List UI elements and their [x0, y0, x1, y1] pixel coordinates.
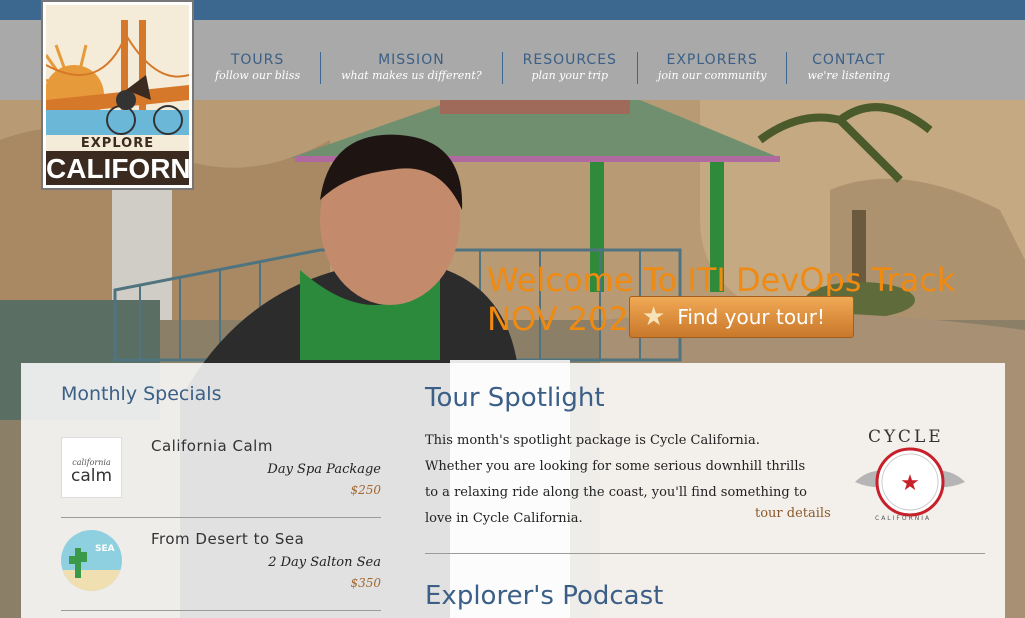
explore-california-logo[interactable]: EXPLORE CALIFORNIA — [41, 0, 194, 190]
nav-contact[interactable]: CONTACT we're listening — [787, 52, 910, 84]
special-desc: 2 Day Salton Sea — [268, 555, 381, 570]
nav-explorers-title: EXPLORERS — [666, 52, 758, 68]
nav-mission[interactable]: MISSION what makes us different? — [321, 52, 503, 84]
nav-mission-title: MISSION — [378, 52, 445, 68]
tour-details-link[interactable]: tour details — [755, 506, 831, 521]
nav-resources-title: RESOURCES — [522, 52, 617, 68]
cycle-logo-top: CYCLE — [868, 427, 944, 447]
specials-heading: Monthly Specials — [61, 383, 222, 405]
special-name[interactable]: From Desert to Sea — [151, 530, 304, 548]
nav-tours-title: TOURS — [230, 52, 285, 68]
special-item[interactable]: california calm California Calm Day Spa … — [61, 425, 381, 518]
nav-mission-sub: what makes us different? — [341, 69, 482, 82]
special-price: $250 — [350, 483, 381, 497]
monthly-specials: Monthly Specials california calm Califor… — [61, 383, 381, 611]
main-nav: TOURS follow our bliss MISSION what make… — [195, 52, 910, 84]
logo-artwork: EXPLORE CALIFORNIA — [46, 5, 189, 185]
find-tour-label: Find your tour! — [677, 305, 825, 329]
logo-text-california: CALIFORNIA — [46, 151, 189, 185]
spotlight-heading: Tour Spotlight — [425, 383, 605, 413]
nav-contact-sub: we're listening — [807, 69, 891, 82]
nav-explorers[interactable]: EXPLORERS join our community — [638, 52, 788, 84]
star-icon: ★ — [642, 302, 666, 332]
svg-text:★: ★ — [900, 471, 920, 496]
nav-explorers-sub: join our community — [657, 69, 767, 82]
cactus-icon — [61, 548, 122, 591]
logo-text-explore: EXPLORE — [80, 136, 155, 151]
cycle-california-logo[interactable]: ★ CYCLE CALIFORNIA — [835, 427, 985, 527]
special-name[interactable]: California Calm — [151, 437, 273, 455]
nav-tours-sub: follow our bliss — [215, 69, 301, 82]
section-divider — [425, 553, 985, 554]
find-tour-button[interactable]: ★ Find your tour! — [629, 296, 854, 338]
nav-resources[interactable]: RESOURCES plan your trip — [503, 52, 638, 84]
special-desc: Day Spa Package — [267, 462, 381, 477]
content-panel: Monthly Specials california calm Califor… — [21, 363, 1005, 618]
special-price: $350 — [350, 576, 381, 590]
cycle-logo-bottom: CALIFORNIA — [875, 515, 932, 522]
special-item[interactable]: SEA From Desert to Sea 2 Day Salton Sea … — [61, 518, 381, 611]
nav-contact-title: CONTACT — [812, 52, 886, 68]
hero-title-line1: Welcome To ITI DevOps Track — [487, 261, 956, 299]
tour-spotlight: Tour Spotlight This month's spotlight pa… — [425, 383, 985, 611]
nav-resources-sub: plan your trip — [531, 69, 609, 82]
podcast-heading: Explorer's Podcast — [425, 581, 664, 611]
calm-thumbnail: california calm — [61, 437, 122, 498]
nav-tours[interactable]: TOURS follow our bliss — [195, 52, 322, 84]
desert-sea-thumbnail: SEA — [61, 530, 122, 591]
